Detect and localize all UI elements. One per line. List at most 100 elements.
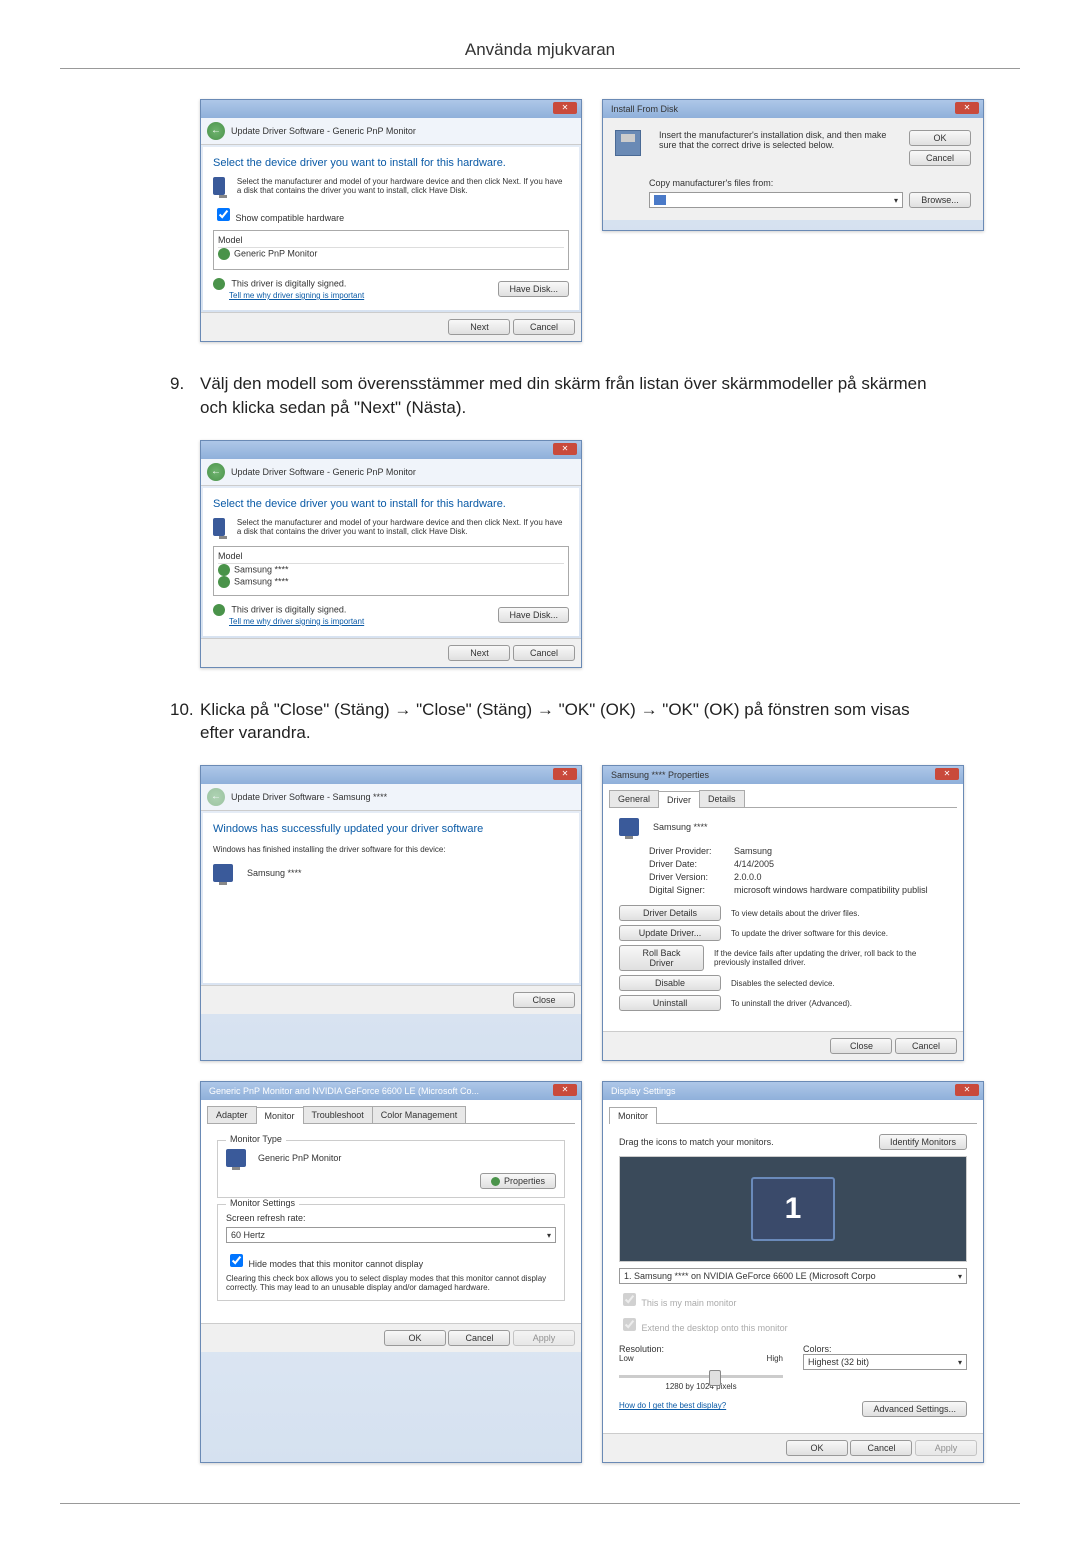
monitor-icon [213, 864, 233, 882]
button-desc: To uninstall the driver (Advanced). [731, 999, 852, 1008]
back-icon[interactable]: ← [207, 788, 225, 806]
titlebar: Samsung **** Properties ✕ [603, 766, 963, 784]
slider-low: Low [619, 1354, 634, 1363]
close-icon[interactable]: ✕ [935, 768, 959, 780]
hide-desc: Clearing this check box allows you to se… [226, 1274, 556, 1292]
tab-troubleshoot[interactable]: Troubleshoot [303, 1106, 373, 1123]
have-disk-button[interactable]: Have Disk... [498, 607, 569, 623]
signing-link[interactable]: Tell me why driver signing is important [229, 291, 364, 300]
close-button[interactable]: Close [830, 1038, 892, 1054]
hide-modes-checkbox[interactable] [230, 1254, 243, 1267]
tab-general[interactable]: General [609, 790, 659, 807]
shield-icon [213, 604, 225, 616]
properties-button[interactable]: Properties [480, 1173, 556, 1189]
titlebar: ✕ [201, 766, 581, 784]
signed-text: This driver is digitally signed. [231, 604, 346, 614]
driver-details-button[interactable]: Driver Details [619, 905, 721, 921]
update-driver-button[interactable]: Update Driver... [619, 925, 721, 941]
titlebar: Install From Disk ✕ [603, 100, 983, 118]
disable-button[interactable]: Disable [619, 975, 721, 991]
date-label: Driver Date: [649, 859, 734, 869]
browse-button[interactable]: Browse... [909, 192, 971, 208]
checkbox-label: This is my main monitor [641, 1298, 736, 1308]
model-list[interactable]: Model Samsung **** Samsung **** [213, 546, 569, 596]
signer-value: microsoft windows hardware compatibility… [734, 885, 928, 895]
help-link[interactable]: How do I get the best display? [619, 1401, 726, 1417]
monitor-icon [619, 818, 639, 836]
path-select[interactable] [649, 192, 903, 208]
group-title: Monitor Settings [226, 1198, 299, 1208]
close-icon[interactable]: ✕ [955, 1084, 979, 1096]
close-icon[interactable]: ✕ [553, 443, 577, 455]
titlebar: ✕ [201, 100, 581, 118]
checkbox-label: Hide modes that this monitor cannot disp… [249, 1259, 424, 1269]
ok-button[interactable]: OK [786, 1440, 848, 1456]
advanced-button[interactable]: Advanced Settings... [862, 1401, 967, 1417]
close-icon[interactable]: ✕ [553, 102, 577, 114]
list-item[interactable]: Generic PnP Monitor [218, 248, 564, 260]
update-driver-dialog-2: ✕ ← Update Driver Software - Generic PnP… [200, 440, 582, 668]
ok-button[interactable]: OK [384, 1330, 446, 1346]
button-desc: Disables the selected device. [731, 979, 835, 988]
group-title: Monitor Type [226, 1134, 286, 1144]
tab-color[interactable]: Color Management [372, 1106, 467, 1123]
date-value: 4/14/2005 [734, 859, 774, 869]
colors-label: Colors: [803, 1344, 967, 1354]
identify-button[interactable]: Identify Monitors [879, 1134, 967, 1150]
step-text: Klicka på "Close" (Stäng) → "Close" (Stä… [200, 698, 930, 746]
update-driver-dialog-1: ✕ ← Update Driver Software - Generic PnP… [200, 99, 582, 342]
main-monitor-checkbox [623, 1293, 636, 1306]
sub-text: Windows has finished installing the driv… [213, 845, 569, 854]
dialog-title: Install From Disk [611, 104, 678, 114]
resolution-slider[interactable] [619, 1375, 783, 1378]
back-icon[interactable]: ← [207, 463, 225, 481]
rollback-button[interactable]: Roll Back Driver [619, 945, 704, 971]
cancel-button[interactable]: Cancel [448, 1330, 510, 1346]
button-desc: If the device fails after updating the d… [714, 949, 947, 967]
tab-monitor[interactable]: Monitor [256, 1107, 304, 1124]
breadcrumb: Update Driver Software - Generic PnP Mon… [231, 126, 416, 136]
copy-label: Copy manufacturer's files from: [649, 178, 971, 188]
refresh-rate-select[interactable]: 60 Hertz [226, 1227, 556, 1243]
model-list[interactable]: Model Generic PnP Monitor [213, 230, 569, 270]
uninstall-button[interactable]: Uninstall [619, 995, 721, 1011]
resolution-value: 1280 by 1024 pixels [619, 1382, 783, 1391]
breadcrumb: Update Driver Software - Samsung **** [231, 792, 387, 802]
apply-button[interactable]: Apply [915, 1440, 977, 1456]
cancel-button[interactable]: Cancel [513, 319, 575, 335]
colors-select[interactable]: Highest (32 bit) [803, 1354, 967, 1370]
ok-button[interactable]: OK [909, 130, 971, 146]
dialog-title: Display Settings [611, 1086, 676, 1096]
step-9: 9. Välj den modell som överensstämmer me… [170, 372, 930, 420]
version-value: 2.0.0.0 [734, 872, 762, 882]
cancel-button[interactable]: Cancel [850, 1440, 912, 1456]
button-desc: To view details about the driver files. [731, 909, 860, 918]
cancel-button[interactable]: Cancel [909, 150, 971, 166]
close-button[interactable]: Close [513, 992, 575, 1008]
display-select[interactable]: 1. Samsung **** on NVIDIA GeForce 6600 L… [619, 1268, 967, 1284]
step-number: 9. [170, 372, 200, 420]
close-icon[interactable]: ✕ [553, 1084, 577, 1096]
tab-driver[interactable]: Driver [658, 791, 700, 808]
close-icon[interactable]: ✕ [955, 102, 979, 114]
list-item[interactable]: Samsung **** [218, 576, 564, 588]
drive-icon [654, 195, 666, 205]
tab-monitor[interactable]: Monitor [609, 1107, 657, 1124]
signing-link[interactable]: Tell me why driver signing is important [229, 617, 364, 626]
next-button[interactable]: Next [448, 645, 510, 661]
checkbox-label: Show compatible hardware [236, 213, 345, 223]
cancel-button[interactable]: Cancel [513, 645, 575, 661]
cancel-button[interactable]: Cancel [895, 1038, 957, 1054]
close-icon[interactable]: ✕ [553, 768, 577, 780]
tab-adapter[interactable]: Adapter [207, 1106, 257, 1123]
list-item[interactable]: Samsung **** [218, 564, 564, 576]
device-name: Samsung **** [247, 868, 302, 878]
next-button[interactable]: Next [448, 319, 510, 335]
have-disk-button[interactable]: Have Disk... [498, 281, 569, 297]
apply-button[interactable]: Apply [513, 1330, 575, 1346]
tab-details[interactable]: Details [699, 790, 745, 807]
show-compatible-checkbox[interactable] [217, 208, 230, 221]
back-icon[interactable]: ← [207, 122, 225, 140]
monitor-preview[interactable]: 1 [751, 1177, 835, 1241]
column-header: Model [218, 235, 564, 248]
